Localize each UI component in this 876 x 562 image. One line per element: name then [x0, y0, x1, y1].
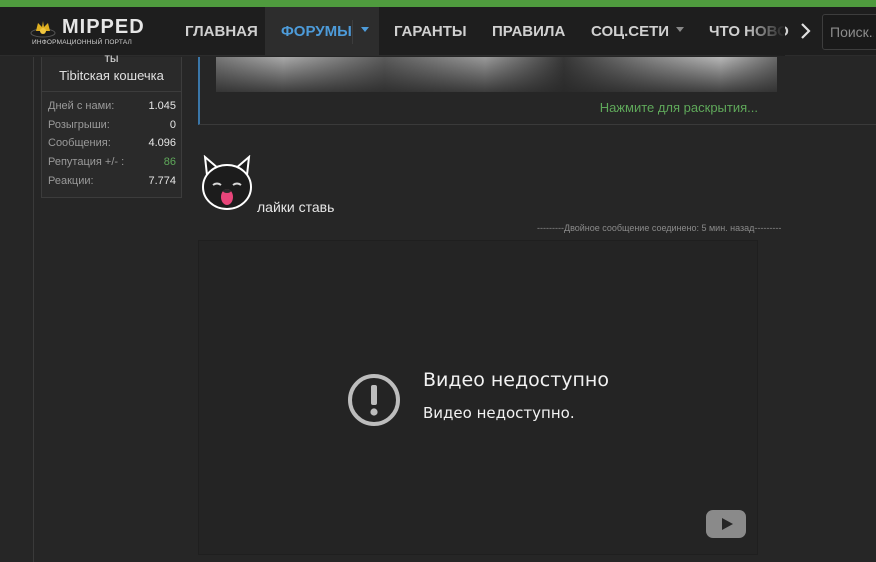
- black-cat-sticker-icon: [202, 155, 252, 210]
- nav-social[interactable]: СОЦ.СЕТИ: [591, 7, 669, 56]
- nav-forums[interactable]: ФОРУМЫ: [265, 7, 353, 56]
- stat-label: Репутация +/- :: [48, 156, 125, 168]
- exclamation-circle-icon: [348, 374, 400, 426]
- nav-home[interactable]: ГЛАВНАЯ: [185, 7, 258, 56]
- nav-rules[interactable]: ПРАВИЛА: [492, 7, 565, 56]
- stat-value: 86: [163, 156, 176, 168]
- stat-value: 1.045: [148, 100, 176, 112]
- video-embed[interactable]: Видео недоступно Видео недоступно.: [198, 240, 758, 555]
- merge-note: ---------Двойное сообщение соединено: 5 …: [537, 223, 782, 233]
- video-error-heading: Видео недоступно: [423, 369, 609, 391]
- stat-label: Сообщения:: [48, 137, 111, 149]
- quote-block: Нажмите для раскрытия...: [198, 57, 876, 125]
- chevron-right-icon[interactable]: [793, 19, 817, 43]
- user-card-divider: [42, 91, 181, 92]
- logo-subtitle: ИНФОРМАЦИОННЫЙ ПОРТАЛ: [32, 39, 133, 46]
- forums-dropdown-icon: [361, 27, 369, 32]
- quoted-image-shade: [216, 57, 777, 92]
- stat-label: Реакции:: [48, 175, 94, 187]
- stat-value: 0: [169, 119, 176, 131]
- stat-row-giveaways: Розыгрыши: 0: [48, 119, 176, 137]
- expand-quote-link[interactable]: Нажмите для раскрытия...: [600, 100, 758, 115]
- search-input[interactable]: [822, 14, 876, 50]
- nav-overflow-fade: [745, 7, 785, 56]
- user-name-fragment: ты: [104, 51, 119, 65]
- user-info-card: ты Tibitская кошечка Дней с нами: 1.045 …: [41, 51, 182, 198]
- quoted-image: [216, 57, 777, 92]
- stat-label: Дней с нами:: [48, 100, 115, 112]
- nav-guarantors[interactable]: ГАРАНТЫ: [394, 7, 467, 56]
- sidebar-divider: [33, 57, 34, 562]
- youtube-icon[interactable]: [706, 510, 746, 538]
- top-navigation: MIPPED ИНФОРМАЦИОННЫЙ ПОРТАЛ ГЛАВНАЯ ФОР…: [0, 7, 876, 56]
- stat-value[interactable]: 4.096: [148, 137, 176, 149]
- user-title: Tibitская кошечка: [59, 68, 164, 83]
- nav-divider: [352, 20, 353, 44]
- site-logo[interactable]: MIPPED ИНФОРМАЦИОННЫЙ ПОРТАЛ: [30, 16, 155, 50]
- logo-title: MIPPED: [62, 16, 145, 38]
- social-dropdown-icon[interactable]: [676, 27, 684, 32]
- post-message-text: лайки ставь: [257, 199, 335, 215]
- stat-label: Розыгрыши:: [48, 119, 110, 131]
- stat-row-reputation: Репутация +/- : 86: [48, 156, 176, 174]
- stat-row-messages: Сообщения: 4.096: [48, 137, 176, 155]
- stat-value: 7.774: [148, 175, 176, 187]
- stat-row-reactions: Реакции: 7.774: [48, 175, 176, 193]
- video-error-subtext: Видео недоступно.: [423, 404, 575, 422]
- top-accent-bar: [0, 0, 876, 7]
- stat-row-days: Дней с нами: 1.045: [48, 100, 176, 118]
